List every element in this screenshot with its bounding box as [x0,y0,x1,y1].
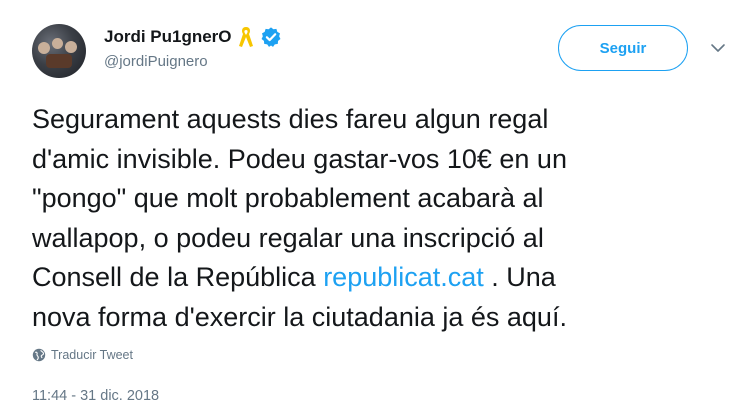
chevron-down-icon[interactable] [710,40,726,56]
tweet-timestamp[interactable]: 11:44 - 31 dic. 2018 [32,388,159,404]
tweet-link[interactable]: republicat.cat [323,262,484,292]
display-name[interactable]: Jordi Pu1gnerO [104,27,232,47]
yellow-ribbon-icon [238,27,253,47]
follow-button[interactable]: Seguir [558,25,688,71]
tweet-text: Segurament aquests dies fareu algun rega… [32,100,722,337]
avatar-figure [65,41,77,53]
avatar-table [46,54,72,68]
avatar-figure [52,38,63,49]
translate-label[interactable]: Traducir Tweet [51,348,133,362]
verified-badge-icon [261,27,280,47]
translate-tweet-link[interactable]: Traducir Tweet [32,348,133,362]
avatar[interactable] [32,24,86,78]
user-handle[interactable]: @jordiPuignero [104,53,208,70]
avatar-figure [38,42,50,54]
globe-icon [32,348,46,362]
name-row: Jordi Pu1gnerO [104,24,282,50]
